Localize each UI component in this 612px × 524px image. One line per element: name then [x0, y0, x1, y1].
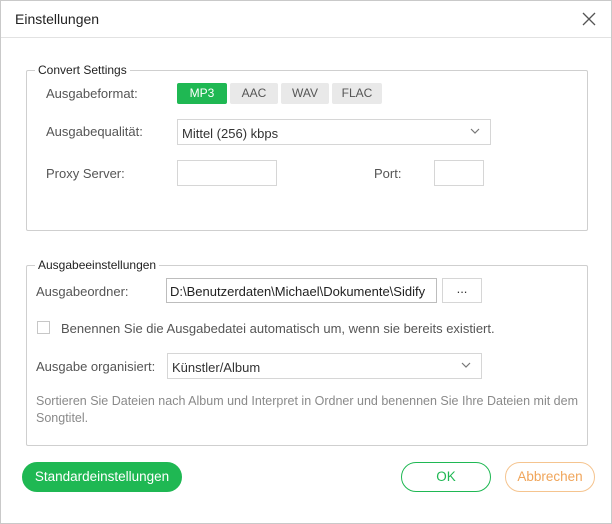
auto-rename-label: Benennen Sie die Ausgabedatei automatisc…	[61, 321, 495, 336]
chevron-down-icon	[461, 362, 471, 368]
dialog-title: Einstellungen	[15, 11, 100, 27]
convert-settings-legend: Convert Settings	[38, 63, 127, 77]
output-organize-select[interactable]: Künstler/Album	[167, 353, 482, 379]
auto-rename-checkbox[interactable]	[37, 321, 50, 334]
ok-button[interactable]: OK	[401, 462, 491, 492]
output-folder-input[interactable]: D:\Benutzerdaten\Michael\Dokumente\Sidif…	[166, 278, 437, 303]
format-wav-button[interactable]: WAV	[281, 83, 329, 104]
organize-description: Sortieren Sie Dateien nach Album und Int…	[36, 394, 578, 425]
browse-folder-button[interactable]: ...	[442, 278, 482, 303]
output-quality-select[interactable]: Mittel (256) kbps	[177, 119, 491, 145]
close-icon	[582, 12, 596, 26]
output-settings-legend: Ausgabeeinstellungen	[38, 258, 157, 272]
title-bar: Einstellungen	[1, 1, 611, 37]
format-aac-button[interactable]: AAC	[230, 83, 278, 104]
close-button[interactable]	[577, 7, 601, 31]
proxy-server-label: Proxy Server:	[46, 166, 125, 181]
title-separator	[1, 37, 611, 38]
format-flac-button[interactable]: FLAC	[332, 83, 382, 104]
proxy-server-input[interactable]	[177, 160, 277, 186]
chevron-down-icon	[470, 128, 480, 134]
output-quality-label: Ausgabequalität:	[46, 124, 143, 139]
output-folder-label: Ausgabeordner:	[36, 284, 129, 299]
cancel-button[interactable]: Abbrechen	[505, 462, 595, 492]
settings-dialog: Einstellungen Convert Settings Ausgabefo…	[0, 0, 612, 524]
output-folder-value: D:\Benutzerdaten\Michael\Dokumente\Sidif…	[170, 284, 426, 299]
port-label: Port:	[374, 166, 402, 181]
output-format-label: Ausgabeformat:	[46, 86, 138, 101]
default-settings-button[interactable]: Standardeinstellungen	[22, 462, 182, 492]
output-organize-label: Ausgabe organisiert:	[36, 359, 156, 374]
output-quality-value: Mittel (256) kbps	[182, 126, 279, 141]
format-mp3-button[interactable]: MP3	[177, 83, 227, 104]
output-organize-value: Künstler/Album	[172, 360, 261, 375]
port-input[interactable]	[434, 160, 484, 186]
